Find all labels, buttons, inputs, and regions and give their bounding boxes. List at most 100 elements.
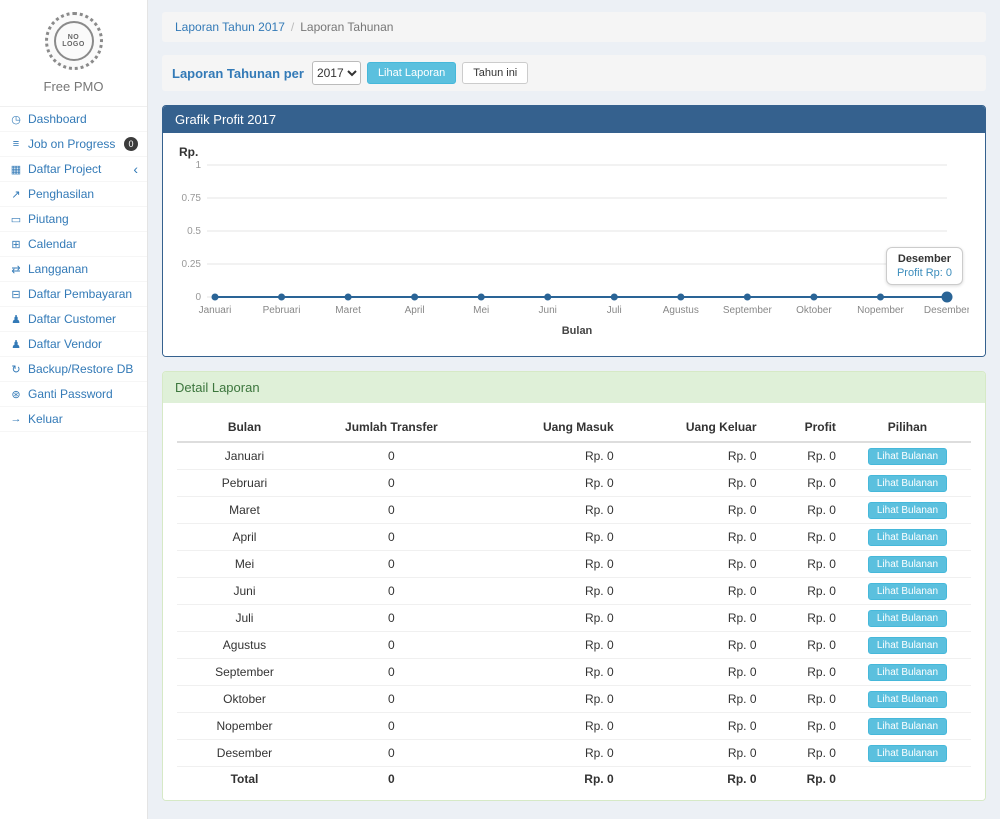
cell-jumlah-transfer: 0 (312, 442, 471, 470)
cell-bulan: Agustus (177, 632, 312, 659)
cell-jumlah-transfer: 0 (312, 470, 471, 497)
sidebar-item-job-on-progress[interactable]: ≡ Job on Progress 0 (0, 132, 147, 157)
sidebar-item-ganti-password[interactable]: ⊛Ganti Password (0, 382, 147, 407)
chart-point[interactable] (544, 294, 551, 301)
count-badge: 0 (124, 137, 138, 151)
chart-point[interactable] (478, 294, 485, 301)
year-select[interactable]: 2017 (312, 61, 361, 85)
lihat-bulanan-button[interactable]: Lihat Bulanan (868, 691, 947, 708)
sidebar-item-label: Daftar Pembayaran (28, 287, 132, 301)
sidebar-item-daftar-customer[interactable]: ♟Daftar Customer (0, 307, 147, 332)
chart-point[interactable] (212, 294, 219, 301)
lihat-bulanan-button[interactable]: Lihat Bulanan (868, 556, 947, 573)
sidebar-item-backup-restore-db[interactable]: ↻ Backup/Restore DB (0, 357, 147, 382)
repeat-icon: ⇄ (9, 263, 23, 276)
table-row: Oktober0Rp. 0Rp. 0Rp. 0Lihat Bulanan (177, 686, 971, 713)
sidebar-item-label: Penghasilan (28, 187, 94, 201)
sidebar-item-daftar-pembayaran[interactable]: ⊟ Daftar Pembayaran (0, 282, 147, 307)
lihat-bulanan-button[interactable]: Lihat Bulanan (868, 502, 947, 519)
money-icon: ⊟ (9, 288, 23, 301)
cell-jumlah-transfer: 0 (312, 524, 471, 551)
total-cell-jumlah-transfer: 0 (312, 767, 471, 791)
cell-bulan: Nopember (177, 713, 312, 740)
svg-text:Juli: Juli (607, 305, 622, 316)
cell-bulan: Oktober (177, 686, 312, 713)
cell-jumlah-transfer: 0 (312, 551, 471, 578)
svg-text:Nopember: Nopember (857, 305, 904, 316)
sidebar-item-daftar-project[interactable]: ▦Daftar Project‹ (0, 157, 147, 182)
table-row: April0Rp. 0Rp. 0Rp. 0Lihat Bulanan (177, 524, 971, 551)
sidebar-item-daftar-vendor[interactable]: ♟Daftar Vendor (0, 332, 147, 357)
chart-point[interactable] (677, 294, 684, 301)
svg-text:Rp.: Rp. (179, 145, 198, 159)
table-row: Januari0Rp. 0Rp. 0Rp. 0Lihat Bulanan (177, 442, 971, 470)
sidebar-item-label: Dashboard (28, 112, 87, 126)
cell-uang-keluar: Rp. 0 (622, 442, 765, 470)
users-icon: ♟ (9, 338, 23, 351)
cell-uang-masuk: Rp. 0 (471, 659, 622, 686)
cell-profit: Rp. 0 (765, 497, 844, 524)
cell-uang-keluar: Rp. 0 (622, 713, 765, 740)
lihat-bulanan-button[interactable]: Lihat Bulanan (868, 664, 947, 681)
svg-text:April: April (405, 305, 425, 316)
lihat-bulanan-button[interactable]: Lihat Bulanan (868, 583, 947, 600)
cell-profit: Rp. 0 (765, 605, 844, 632)
cell-uang-masuk: Rp. 0 (471, 740, 622, 767)
lihat-bulanan-button[interactable]: Lihat Bulanan (868, 637, 947, 654)
lihat-bulanan-button[interactable]: Lihat Bulanan (868, 448, 947, 465)
breadcrumb-separator: / (291, 20, 294, 34)
lihat-bulanan-button[interactable]: Lihat Bulanan (868, 475, 947, 492)
total-cell-uang-keluar: Rp. 0 (622, 767, 765, 791)
chart-panel-title: Grafik Profit 2017 (163, 106, 985, 133)
sidebar-item-label: Job on Progress (28, 137, 115, 151)
svg-text:September: September (723, 305, 773, 316)
cell-profit: Rp. 0 (765, 524, 844, 551)
chart-point[interactable] (744, 294, 751, 301)
svg-text:Januari: Januari (199, 305, 232, 316)
chart-point[interactable] (345, 294, 352, 301)
table-row: Desember0Rp. 0Rp. 0Rp. 0Lihat Bulanan (177, 740, 971, 767)
lihat-bulanan-button[interactable]: Lihat Bulanan (868, 529, 947, 546)
svg-text:0: 0 (195, 292, 201, 303)
cell-uang-masuk: Rp. 0 (471, 442, 622, 470)
refresh-icon: ↻ (9, 363, 23, 376)
tooltip-profit: Profit Rp: 0 (897, 267, 952, 279)
chart-point[interactable] (942, 292, 953, 303)
chart-tooltip: Desember Profit Rp: 0 (886, 247, 963, 285)
sidebar-item-penghasilan[interactable]: ↗Penghasilan (0, 182, 147, 207)
chart-point[interactable] (611, 294, 618, 301)
lihat-laporan-button[interactable]: Lihat Laporan (367, 62, 456, 84)
svg-text:1: 1 (195, 160, 201, 171)
table-row: Mei0Rp. 0Rp. 0Rp. 0Lihat Bulanan (177, 551, 971, 578)
chart-point[interactable] (411, 294, 418, 301)
profit-chart: Rp.10.750.50.250JanuariPebruariMaretApri… (177, 143, 971, 346)
total-cell-bulan: Total (177, 767, 312, 791)
sidebar-item-piutang[interactable]: ▭Piutang (0, 207, 147, 232)
cell-profit: Rp. 0 (765, 659, 844, 686)
lihat-bulanan-button[interactable]: Lihat Bulanan (868, 610, 947, 627)
cell-profit: Rp. 0 (765, 442, 844, 470)
lihat-bulanan-button[interactable]: Lihat Bulanan (868, 718, 947, 735)
chart-point[interactable] (810, 294, 817, 301)
cell-profit: Rp. 0 (765, 632, 844, 659)
sidebar-item-langganan[interactable]: ⇄Langganan (0, 257, 147, 282)
sidebar-item-calendar[interactable]: ⊞Calendar (0, 232, 147, 257)
svg-text:Mei: Mei (473, 305, 489, 316)
chart-point[interactable] (877, 294, 884, 301)
cell-profit: Rp. 0 (765, 686, 844, 713)
cell-bulan: Juli (177, 605, 312, 632)
lihat-bulanan-button[interactable]: Lihat Bulanan (868, 745, 947, 762)
sidebar-item-keluar[interactable]: →Keluar (0, 407, 147, 432)
sidebar-item-label: Backup/Restore DB (28, 362, 133, 376)
sidebar-item-dashboard[interactable]: ◷Dashboard (0, 107, 147, 132)
cell-uang-keluar: Rp. 0 (622, 551, 765, 578)
svg-text:Desember: Desember (924, 305, 969, 316)
footer: Powered by Free PMO, and developed with … (162, 807, 986, 819)
tasks-icon: ≡ (9, 138, 23, 150)
tahun-ini-button[interactable]: Tahun ini (462, 62, 528, 84)
chart-point[interactable] (278, 294, 285, 301)
table-row: Agustus0Rp. 0Rp. 0Rp. 0Lihat Bulanan (177, 632, 971, 659)
cell-bulan: Mei (177, 551, 312, 578)
logo-text-line1: NO (68, 34, 80, 41)
breadcrumb-link[interactable]: Laporan Tahun 2017 (175, 20, 285, 34)
